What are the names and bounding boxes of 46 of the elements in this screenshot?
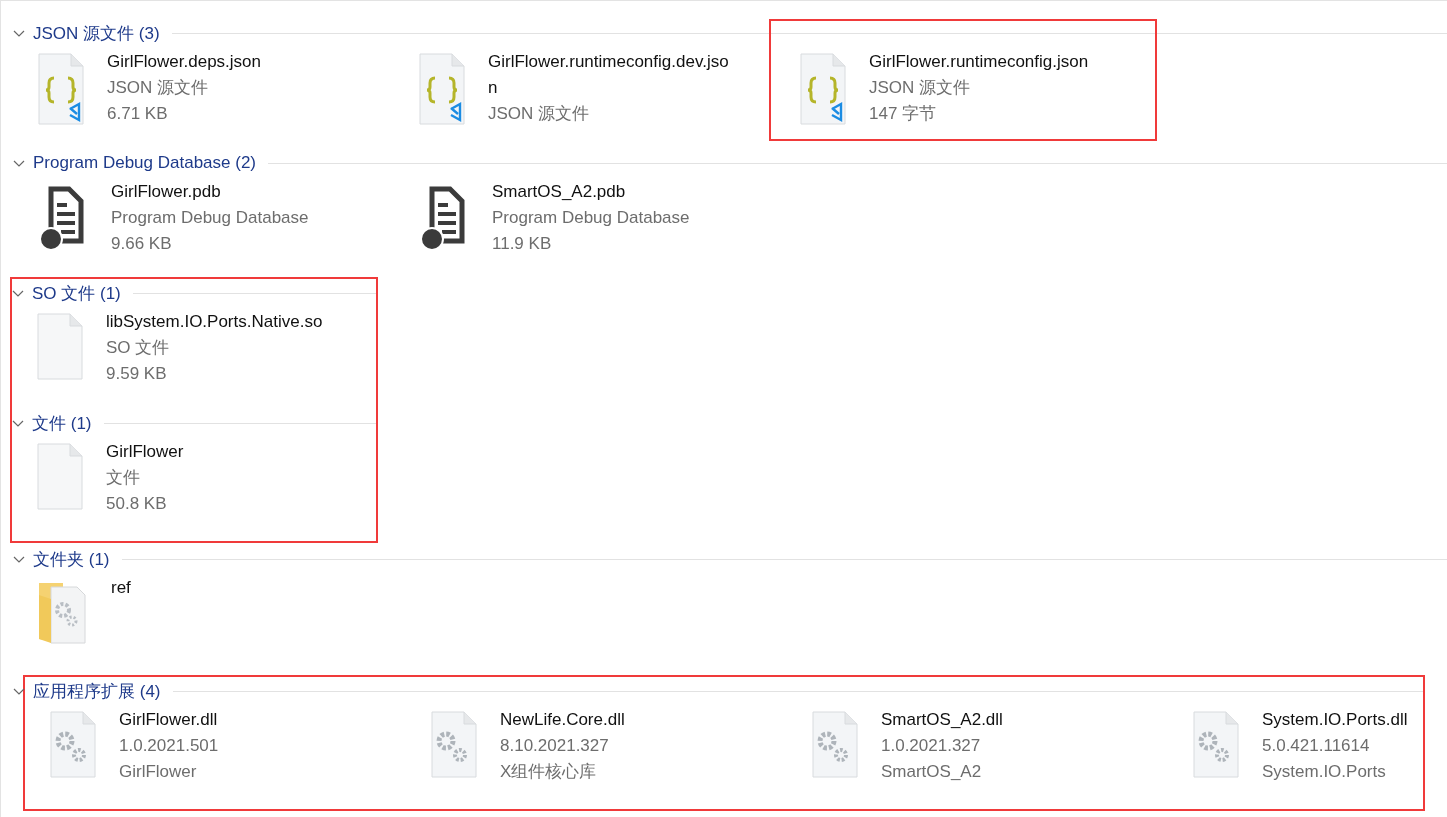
file-detail: Program Debug Database [111,207,310,229]
file-name[interactable]: GirlFlower.runtimeconfig.json [869,49,1113,75]
group-header[interactable]: JSON 源文件 (3) [33,21,160,45]
group-header[interactable]: 应用程序扩展 (4) [33,679,161,703]
file-name[interactable]: ref [111,575,355,601]
file-detail: 6.71 KB [107,103,169,125]
json-file-icon[interactable] [418,53,466,125]
file-detail: 11.9 KB [492,233,553,255]
gear-file-icon[interactable] [1192,711,1240,779]
file-detail: JSON 源文件 [107,77,210,99]
gear-file-icon[interactable] [430,711,478,779]
file-detail: JSON 源文件 [488,103,591,125]
file-detail: 9.59 KB [106,363,168,385]
file-detail: SO 文件 [106,337,171,359]
file-name[interactable]: libSystem.IO.Ports.Native.so [106,309,350,335]
file-name[interactable]: SmartOS_A2.pdb [492,179,736,205]
file-detail: 1.0.2021.327 [881,735,982,757]
json-file-icon[interactable] [37,53,85,125]
file-name[interactable]: NewLife.Core.dll [500,707,744,733]
file-name[interactable]: SmartOS_A2.dll [881,707,1125,733]
file-detail: 50.8 KB [106,493,168,515]
group-header[interactable]: 文件夹 (1) [33,547,110,571]
file-detail: X组件核心库 [500,761,598,783]
file-detail: SmartOS_A2 [881,761,983,783]
file-detail: GirlFlower [119,761,198,783]
group-header[interactable]: Program Debug Database (2) [33,153,256,173]
group-header[interactable]: SO 文件 (1) [32,281,121,305]
file-detail: Program Debug Database [492,207,691,229]
gear-file-icon[interactable] [49,711,97,779]
json-file-icon[interactable] [799,53,847,125]
file-name[interactable]: GirlFlower [106,439,350,465]
group-header[interactable]: 文件 (1) [32,411,92,435]
file-detail: JSON 源文件 [869,77,972,99]
file-detail: 5.0.421.11614 [1262,735,1371,757]
file-name[interactable]: GirlFlower.pdb [111,179,355,205]
gear-file-icon[interactable] [811,711,859,779]
file-detail: 1.0.2021.501 [119,735,220,757]
file-detail: 文件 [106,467,141,489]
file-name[interactable]: System.IO.Ports.dll [1262,707,1447,733]
file-name[interactable]: GirlFlower.dll [119,707,363,733]
file-detail: 147 字节 [869,103,938,125]
file-detail: System.IO.Ports [1262,761,1387,783]
file-name[interactable]: GirlFlower.runtimeconfig.dev.json [488,49,732,101]
file-detail: 8.10.2021.327 [500,735,610,757]
file-name[interactable]: GirlFlower.deps.json [107,49,351,75]
file-detail: 9.66 KB [111,233,173,255]
